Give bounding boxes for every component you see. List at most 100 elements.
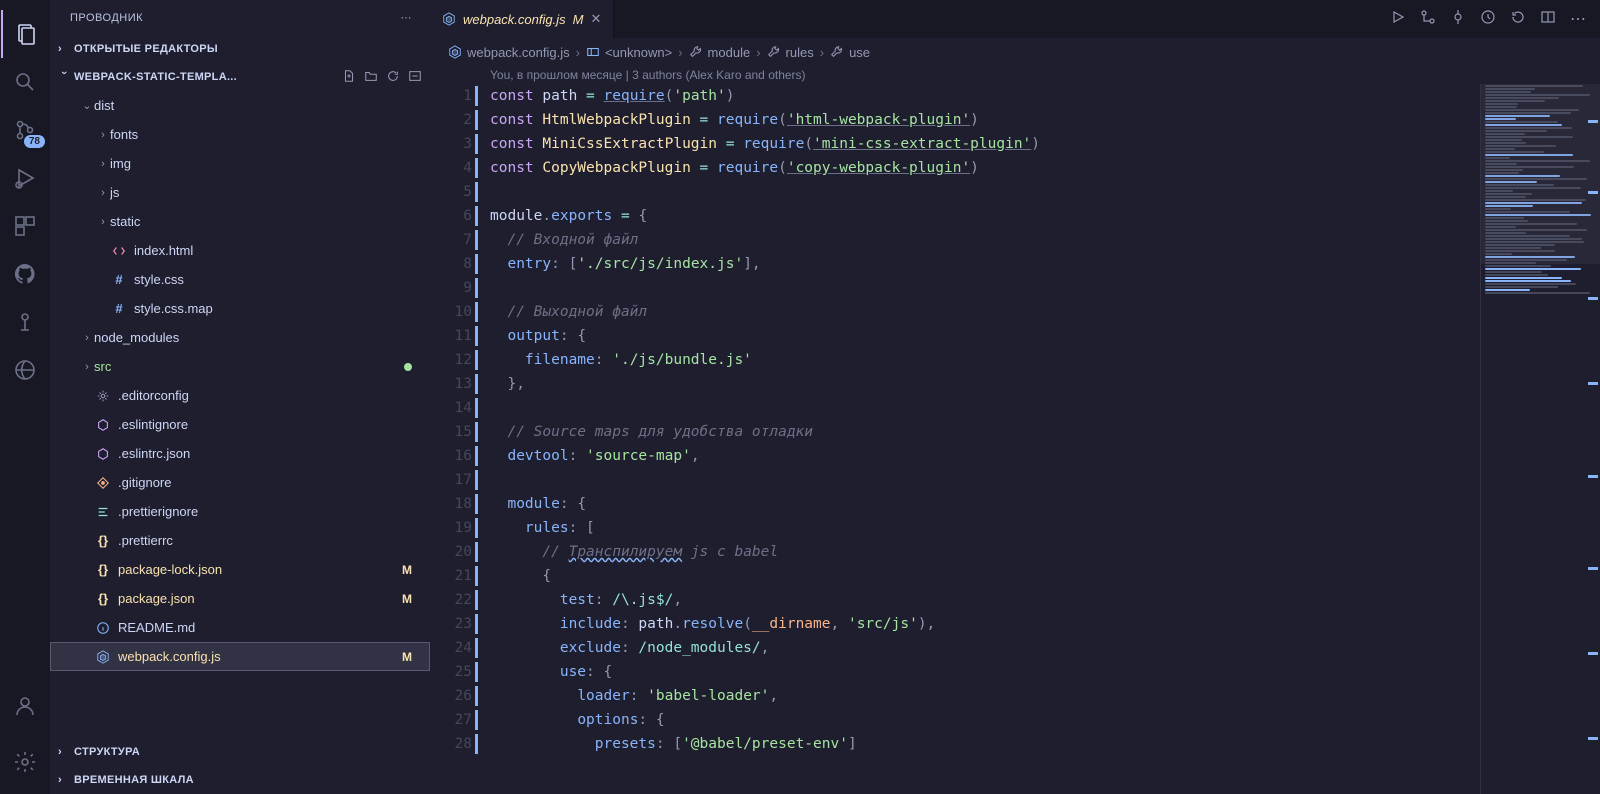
tree-file[interactable]: .editorconfig: [50, 381, 430, 410]
run-icon[interactable]: [1390, 9, 1406, 30]
section-open-editors[interactable]: › ОТКРЫТЫЕ РЕДАКТОРЫ: [50, 35, 430, 63]
tree-item-label: index.html: [134, 243, 412, 258]
breadcrumb-item[interactable]: webpack.config.js: [448, 45, 570, 60]
tree-item-label: style.css.map: [134, 301, 412, 316]
chevron-right-icon: ›: [58, 746, 70, 758]
eslint-icon: [94, 447, 112, 461]
tab-status: M: [573, 12, 584, 27]
section-project[interactable]: › WEBPACK-STATIC-TEMPLA...: [50, 63, 430, 91]
section-actions: [342, 69, 422, 86]
tree-item-label: .gitignore: [118, 475, 412, 490]
compare-icon[interactable]: [1420, 9, 1436, 30]
gear-icon: [94, 389, 112, 403]
chevron-right-icon: ›: [58, 774, 70, 786]
tree-folder[interactable]: ›src: [50, 352, 430, 381]
minimap[interactable]: [1480, 84, 1600, 794]
chevron-icon: ›: [96, 158, 110, 170]
css-icon: #: [110, 272, 128, 287]
tree-file[interactable]: .eslintrc.json: [50, 439, 430, 468]
tree-item-label: .eslintignore: [118, 417, 412, 432]
gitlens-icon[interactable]: [1, 298, 49, 346]
tab-label: webpack.config.js: [463, 12, 566, 27]
section-timeline[interactable]: › ВРЕМЕННАЯ ШКАЛА: [50, 766, 430, 794]
wrench-icon: [767, 45, 781, 59]
sidebar-header: ПРОВОДНИК ⋯: [50, 0, 430, 35]
git-status: M: [402, 563, 412, 577]
tree-file[interactable]: #style.css.map: [50, 294, 430, 323]
account-icon[interactable]: [1, 682, 49, 730]
tree-file[interactable]: index.html: [50, 236, 430, 265]
tree-item-label: package.json: [118, 591, 402, 606]
chevron-icon: ›: [96, 129, 110, 141]
breadcrumb-item[interactable]: module: [689, 45, 751, 60]
tree-folder[interactable]: ›node_modules: [50, 323, 430, 352]
breadcrumb-item[interactable]: use: [830, 45, 870, 60]
search-icon[interactable]: [1, 58, 49, 106]
webpack-icon: [442, 12, 456, 26]
explorer-icon[interactable]: [1, 10, 49, 58]
breadcrumb-item[interactable]: <unknown>: [586, 45, 672, 60]
chevron-icon: ›: [96, 187, 110, 199]
wrench-icon: [830, 45, 844, 59]
tree-file[interactable]: {}.prettierrc: [50, 526, 430, 555]
tree-file[interactable]: {} package-lock.jsonM: [50, 555, 430, 584]
history-icon[interactable]: [1480, 9, 1496, 30]
close-icon[interactable]: ✕: [590, 11, 601, 27]
new-file-icon[interactable]: [342, 69, 356, 86]
tree-item-label: README.md: [118, 620, 412, 635]
tabs: webpack.config.js M ✕ ⋯: [430, 0, 1600, 38]
settings-gear-icon[interactable]: [1, 738, 49, 786]
source-control-icon[interactable]: 78: [1, 106, 49, 154]
tree-file[interactable]: .eslintignore: [50, 410, 430, 439]
remote-icon[interactable]: [1, 346, 49, 394]
debug-icon[interactable]: [1, 154, 49, 202]
chevron-right-icon: ›: [58, 43, 70, 55]
scroll-decoration: [1586, 84, 1600, 794]
tree-item-label: src: [94, 359, 404, 374]
tree-folder[interactable]: ›fonts: [50, 120, 430, 149]
chevron-icon: ›: [80, 332, 94, 344]
code[interactable]: const path = require('path')const HtmlWe…: [490, 84, 1480, 794]
editor[interactable]: 1234567891011121314151617181920212223242…: [430, 84, 1600, 794]
tab-webpack-config[interactable]: webpack.config.js M ✕: [430, 0, 614, 38]
tree-item-label: dist: [94, 98, 412, 113]
chevron-icon: ›: [80, 361, 94, 373]
refresh-icon[interactable]: [386, 69, 400, 86]
tree-folder[interactable]: ›js: [50, 178, 430, 207]
tree-file[interactable]: #style.css: [50, 265, 430, 294]
webpack-icon: [448, 45, 462, 59]
git-commit-icon[interactable]: [1450, 9, 1466, 30]
module-icon: [586, 45, 600, 59]
tree-item-label: img: [110, 156, 412, 171]
tree-file[interactable]: {}package.jsonM: [50, 584, 430, 613]
tree-file[interactable]: .gitignore: [50, 468, 430, 497]
prettier-icon: [94, 505, 112, 519]
section-structure[interactable]: › СТРУКТУРА: [50, 738, 430, 766]
more-icon[interactable]: ⋯: [1570, 9, 1586, 29]
minimap-slider[interactable]: [1481, 84, 1600, 264]
github-icon[interactable]: [1, 250, 49, 298]
tree-file[interactable]: README.md: [50, 613, 430, 642]
collapse-icon[interactable]: [408, 69, 422, 86]
tree-item-label: package-lock.json: [118, 562, 402, 577]
tree-file[interactable]: .prettierignore: [50, 497, 430, 526]
tree-folder[interactable]: ›img: [50, 149, 430, 178]
more-icon[interactable]: ⋯: [401, 11, 413, 24]
tree-folder[interactable]: ›static: [50, 207, 430, 236]
editor-group: webpack.config.js M ✕ ⋯ webpack.config.j…: [430, 0, 1600, 794]
revert-icon[interactable]: [1510, 9, 1526, 30]
tree-item-label: static: [110, 214, 412, 229]
extensions-icon[interactable]: [1, 202, 49, 250]
new-folder-icon[interactable]: [364, 69, 378, 86]
tree-folder[interactable]: ⌄dist: [50, 91, 430, 120]
json-icon: {}: [94, 533, 112, 548]
sidebar: ПРОВОДНИК ⋯ › ОТКРЫТЫЕ РЕДАКТОРЫ › WEBPA…: [50, 0, 430, 794]
json-icon: {}: [94, 562, 112, 577]
chevron-icon: ⌄: [80, 99, 94, 112]
split-icon[interactable]: [1540, 9, 1556, 30]
git-status: M: [402, 592, 412, 606]
tree-file[interactable]: webpack.config.jsM: [50, 642, 430, 671]
breadcrumb-item[interactable]: rules: [767, 45, 814, 60]
chevron-down-icon: ›: [58, 71, 70, 83]
codelens[interactable]: You, в прошлом месяце | 3 authors (Alex …: [430, 66, 1600, 84]
